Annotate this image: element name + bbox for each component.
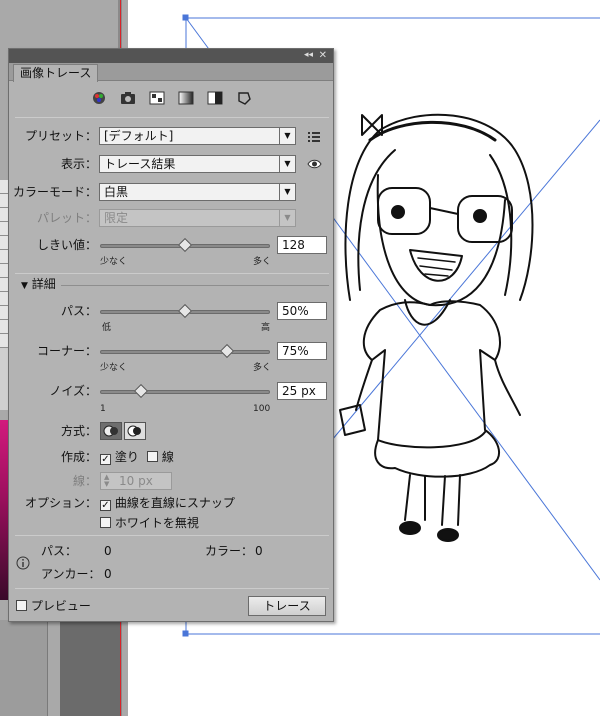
- corners-slider-thumb[interactable]: [219, 343, 235, 359]
- threshold-value[interactable]: 128: [277, 236, 327, 254]
- separator: [15, 273, 329, 274]
- noise-slider[interactable]: [100, 383, 270, 399]
- advanced-label: 詳細: [31, 277, 56, 291]
- chevron-down-icon: ▼: [279, 210, 295, 226]
- strokes-check-box[interactable]: [147, 451, 158, 462]
- view-value: トレース結果: [104, 157, 176, 171]
- snap-label: 曲線を直線にスナップ: [114, 496, 235, 510]
- corners-slider[interactable]: [100, 343, 270, 359]
- stepper-arrows-icon: ▲ ▼: [104, 473, 110, 488]
- preview-check-box[interactable]: [16, 600, 27, 611]
- paths-label: パス：: [60, 304, 97, 318]
- method-abutting-button[interactable]: [100, 422, 122, 440]
- corners-value[interactable]: 75%: [277, 342, 327, 360]
- ignore-white-check-box[interactable]: [100, 517, 111, 528]
- disclosure-triangle-icon: ▼: [21, 281, 28, 291]
- image-trace-panel: ◂◂ ✕ 画像トレース プリセット： [デフォルト] ▼ 表示： トレース結果 …: [8, 48, 334, 622]
- eye-icon[interactable]: [307, 157, 322, 174]
- corners-min-label: 少なく: [100, 363, 128, 373]
- threshold-slider[interactable]: [100, 237, 270, 253]
- paths-min-label: 低: [102, 323, 112, 333]
- paths-slider[interactable]: [100, 303, 270, 319]
- separator: [15, 117, 329, 118]
- chevron-down-icon: ▼: [279, 128, 295, 144]
- paths-max-label: 高: [261, 323, 271, 333]
- info-anchors-label: アンカー：: [41, 567, 101, 581]
- preset-value: [デフォルト]: [104, 129, 174, 143]
- noise-slider-thumb[interactable]: [134, 383, 149, 399]
- high-color-icon[interactable]: [119, 89, 137, 107]
- noise-value[interactable]: 25 px: [277, 382, 327, 400]
- color-mode-value: 白黒: [104, 185, 129, 199]
- low-color-icon[interactable]: [148, 89, 166, 107]
- info-colors-value: 0: [255, 544, 263, 558]
- traced-girl-drawing: [339, 113, 534, 542]
- stroke-width-value: 10 px: [119, 474, 153, 488]
- color-mode-label: カラーモード：: [12, 185, 97, 199]
- create-fills-checkbox[interactable]: ✓ 塗り: [100, 449, 139, 465]
- ignore-white-label: ホワイトを無視: [114, 516, 199, 530]
- threshold-label: しきい値：: [36, 238, 97, 252]
- preset-menu-icon[interactable]: [307, 129, 321, 146]
- info-anchors-value: 0: [104, 567, 112, 581]
- threshold-slider-thumb[interactable]: [177, 237, 193, 253]
- preset-dropdown[interactable]: [デフォルト] ▼: [99, 127, 296, 145]
- palette-label: パレット：: [36, 211, 97, 225]
- color-mode-dropdown[interactable]: 白黒 ▼: [99, 183, 296, 201]
- threshold-max-label: 多く: [253, 257, 272, 267]
- advanced-disclosure[interactable]: ▼ 詳細: [21, 276, 56, 294]
- noise-max-label: 100: [253, 404, 271, 414]
- black-and-white-icon[interactable]: [206, 89, 224, 107]
- fills-label: 塗り: [114, 450, 139, 464]
- view-label: 表示：: [60, 157, 97, 171]
- noise-min-label: 1: [100, 404, 106, 414]
- fills-check-box[interactable]: ✓: [100, 454, 111, 465]
- view-dropdown[interactable]: トレース結果 ▼: [99, 155, 296, 173]
- method-label: 方式：: [60, 424, 97, 438]
- create-label: 作成：: [60, 450, 97, 464]
- palette-value: 限定: [104, 211, 129, 225]
- trace-button[interactable]: トレース: [248, 596, 326, 616]
- palette-dropdown: 限定 ▼: [99, 209, 296, 227]
- close-panel-icon[interactable]: ✕: [319, 50, 327, 61]
- preset-label: プリセット：: [24, 129, 97, 143]
- info-icon: [16, 556, 30, 573]
- auto-color-icon[interactable]: [90, 89, 108, 107]
- preview-label: プレビュー: [30, 599, 91, 613]
- create-strokes-checkbox[interactable]: 線: [147, 449, 174, 465]
- corners-max-label: 多く: [253, 363, 272, 373]
- paths-slider-thumb[interactable]: [177, 303, 193, 319]
- info-colors-label: カラー：: [205, 544, 254, 558]
- paths-value[interactable]: 50%: [277, 302, 327, 320]
- threshold-min-label: 少なく: [100, 257, 128, 267]
- panel-tab-strip: 画像トレース: [9, 63, 333, 82]
- method-overlapping-button[interactable]: [124, 422, 146, 440]
- panel-titlebar[interactable]: ◂◂ ✕: [9, 49, 333, 63]
- snap-check-box[interactable]: ✓: [100, 500, 111, 511]
- noise-label: ノイズ：: [49, 384, 97, 398]
- stroke-label: 線：: [72, 474, 97, 488]
- left-panel-fragment: [0, 620, 48, 716]
- snap-curves-checkbox[interactable]: ✓ 曲線を直線にスナップ: [100, 495, 235, 511]
- strokes-label: 線: [161, 450, 174, 464]
- corners-label: コーナー：: [36, 344, 97, 358]
- collapse-panel-icon[interactable]: ◂◂: [304, 50, 313, 61]
- info-paths-label: パス：: [41, 544, 78, 558]
- tab-image-trace[interactable]: 画像トレース: [13, 64, 99, 82]
- preset-icon-row: [9, 89, 333, 109]
- chevron-down-icon: ▼: [279, 184, 295, 200]
- stroke-width-stepper: ▲ ▼ 10 px: [100, 472, 172, 490]
- separator: [15, 535, 329, 536]
- separator: [15, 588, 329, 589]
- grayscale-icon[interactable]: [177, 89, 195, 107]
- preview-checkbox[interactable]: プレビュー: [16, 598, 91, 614]
- ignore-white-checkbox[interactable]: ホワイトを無視: [100, 515, 199, 531]
- options-label: オプション：: [24, 496, 97, 510]
- outline-icon[interactable]: [235, 89, 253, 107]
- chevron-down-icon: ▼: [279, 156, 295, 172]
- separator: [61, 285, 329, 286]
- info-paths-value: 0: [104, 544, 112, 558]
